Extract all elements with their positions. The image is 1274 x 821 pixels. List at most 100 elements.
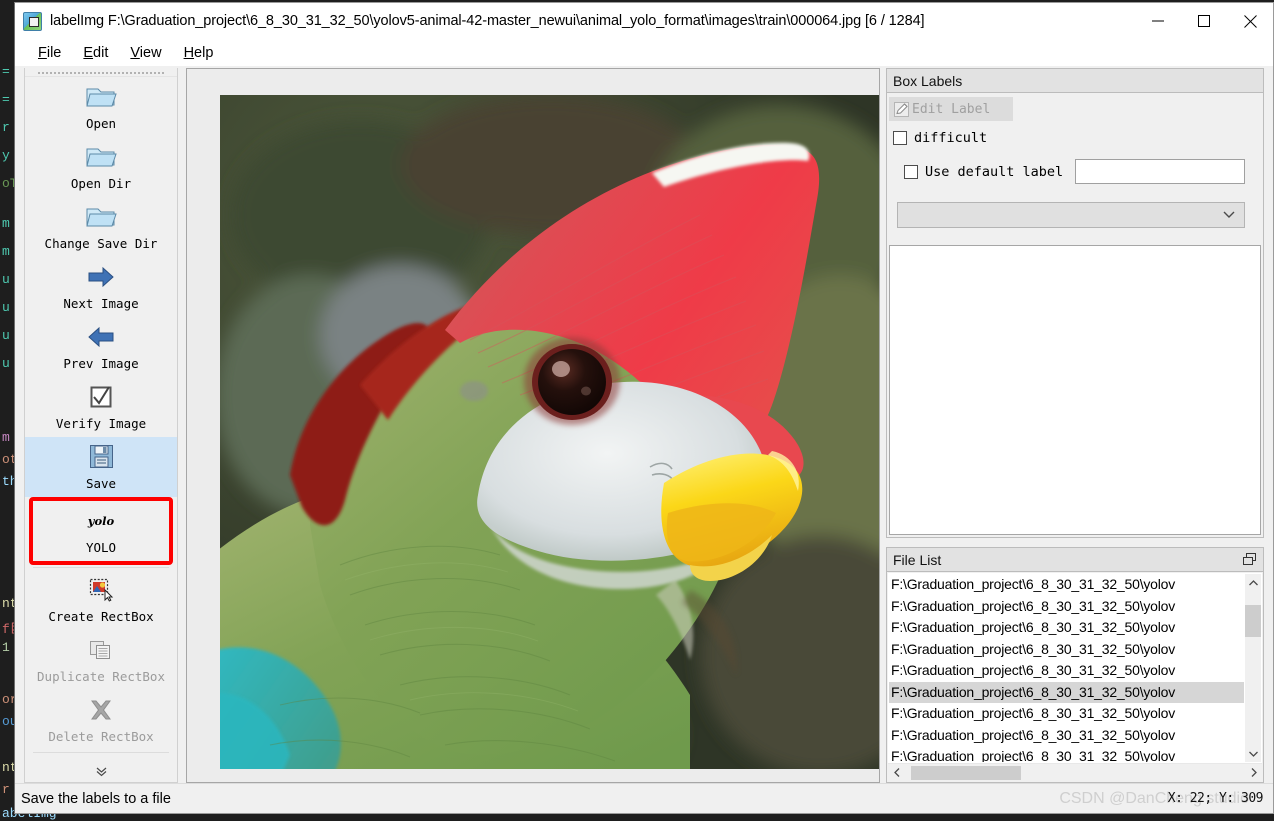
edit-label-button-text: Edit Label [912, 102, 990, 117]
list-item[interactable]: F:\Graduation_project\6_8_30_31_32_50\yo… [889, 639, 1244, 661]
toolbar-items: Open Open Dir [25, 77, 177, 760]
chevron-up-icon[interactable] [1245, 574, 1262, 591]
background-code-line: m [2, 244, 10, 259]
list-item-selected[interactable]: F:\Graduation_project\6_8_30_31_32_50\yo… [889, 682, 1244, 704]
background-code-line: u [2, 272, 10, 287]
toolbar-button-open[interactable]: Open [25, 77, 177, 137]
difficult-checkbox[interactable] [893, 131, 907, 145]
difficult-checkbox-row[interactable]: difficult [893, 130, 1263, 146]
label-list[interactable] [889, 245, 1261, 535]
menu-help[interactable]: Help [173, 43, 225, 63]
background-code-line: r [2, 120, 10, 135]
default-label-input[interactable] [1075, 159, 1245, 184]
menu-view-label: iew [140, 45, 162, 61]
menu-file[interactable]: File [27, 43, 72, 63]
list-item[interactable]: F:\Graduation_project\6_8_30_31_32_50\yo… [889, 660, 1244, 682]
background-code-line: u [2, 356, 10, 371]
window-body: Open Open Dir [15, 66, 1273, 783]
list-item[interactable]: F:\Graduation_project\6_8_30_31_32_50\yo… [889, 596, 1244, 618]
status-message: Save the labels to a file [21, 791, 171, 807]
open-folder-icon [85, 82, 118, 111]
chevron-down-icon[interactable] [1245, 745, 1262, 762]
box-labels-title-text: Box Labels [893, 73, 962, 89]
pencil-icon [893, 101, 910, 118]
background-code-line: u [2, 300, 10, 315]
toolbar-label-verify-image: Verify Image [56, 416, 146, 431]
list-item[interactable]: F:\Graduation_project\6_8_30_31_32_50\yo… [889, 574, 1244, 596]
background-code-line: = [2, 92, 10, 107]
menu-file-label: ile [47, 45, 62, 61]
labelimg-window: labelImg F:\Graduation_project\6_8_30_31… [14, 2, 1274, 814]
use-default-label-checkbox[interactable] [904, 165, 918, 179]
window-controls [1135, 3, 1273, 39]
file-list-content: F:\Graduation_project\6_8_30_31_32_50\yo… [886, 571, 1264, 783]
list-item[interactable]: F:\Graduation_project\6_8_30_31_32_50\yo… [889, 703, 1244, 725]
cursor-coordinates: X: 22; Y: 309 [1168, 791, 1263, 806]
vertical-scroll-track[interactable] [1245, 591, 1262, 745]
toolbar-button-create-rectbox[interactable]: Create RectBox [25, 570, 177, 630]
right-dock: Box Labels Edit Label [886, 68, 1264, 783]
background-code-line: = [2, 64, 10, 79]
horizontal-scroll-track[interactable] [905, 764, 1245, 782]
menu-edit-accel: E [83, 45, 93, 61]
image-canvas-area[interactable] [186, 68, 880, 783]
toolbar-label-change-save-dir: Change Save Dir [45, 236, 158, 251]
create-rectbox-icon [85, 575, 118, 604]
edit-label-button[interactable]: Edit Label [889, 97, 1013, 121]
yolo-text-icon: yolo [85, 506, 118, 535]
labelimg-app-icon [23, 12, 42, 31]
vertical-scroll-thumb[interactable] [1245, 605, 1262, 637]
menu-edit[interactable]: Edit [72, 43, 119, 63]
background-code-line: m [2, 216, 10, 231]
toolbar-button-open-dir[interactable]: Open Dir [25, 137, 177, 197]
chevron-right-icon[interactable] [1245, 764, 1262, 782]
annotation-image[interactable] [220, 95, 880, 769]
file-list-horizontal-scrollbar[interactable] [888, 763, 1262, 781]
left-toolbar: Open Open Dir [24, 68, 178, 783]
floppy-save-icon [85, 442, 118, 471]
label-combo-box[interactable] [897, 202, 1245, 228]
file-list-vertical-scrollbar[interactable] [1244, 574, 1261, 762]
title-bar: labelImg F:\Graduation_project\6_8_30_31… [15, 3, 1273, 39]
background-code-line: m [2, 430, 10, 445]
list-item[interactable]: F:\Graduation_project\6_8_30_31_32_50\yo… [889, 746, 1244, 762]
minimize-icon[interactable] [1135, 3, 1181, 39]
toolbar-label-yolo: YOLO [86, 540, 116, 555]
list-item[interactable]: F:\Graduation_project\6_8_30_31_32_50\yo… [889, 725, 1244, 747]
yolo-format-highlight-box: yolo YOLO [29, 497, 173, 565]
close-icon[interactable] [1227, 3, 1273, 39]
toolbar-button-duplicate-rectbox[interactable]: Duplicate RectBox [25, 630, 177, 690]
box-labels-title: Box Labels [886, 68, 1264, 92]
menu-view[interactable]: View [119, 43, 172, 63]
toolbar-button-change-save-dir[interactable]: Change Save Dir [25, 197, 177, 257]
menu-help-label: elp [194, 45, 213, 61]
menu-file-accel: F [38, 45, 47, 61]
toolbar-label-create-rectbox: Create RectBox [48, 609, 153, 624]
list-item[interactable]: F:\Graduation_project\6_8_30_31_32_50\yo… [889, 617, 1244, 639]
toolbar-label-open: Open [86, 116, 116, 131]
toolbar-button-save[interactable]: Save [25, 437, 177, 497]
use-default-label-row[interactable]: Use default label [904, 159, 1263, 184]
chevron-left-icon[interactable] [888, 764, 905, 782]
toolbar-button-verify-image[interactable]: Verify Image [25, 377, 177, 437]
maximize-icon[interactable] [1181, 3, 1227, 39]
horizontal-scroll-thumb[interactable] [911, 766, 1021, 780]
toolbar-button-next-image[interactable]: Next Image [25, 257, 177, 317]
menu-bar: File Edit View Help [15, 39, 1273, 66]
status-bar: Save the labels to a file CSDN @DanCheng… [15, 783, 1273, 813]
background-code-line: 1 [2, 640, 10, 655]
file-list-rows[interactable]: F:\Graduation_project\6_8_30_31_32_50\yo… [889, 574, 1244, 762]
toolbar-button-yolo[interactable]: yolo YOLO [33, 501, 169, 561]
toolbar-drag-handle[interactable] [25, 68, 177, 77]
menu-edit-label: dit [93, 45, 108, 61]
yolo-icon-text: yolo [88, 514, 114, 528]
chevron-double-down-icon[interactable] [25, 760, 177, 782]
toolbar-button-prev-image[interactable]: Prev Image [25, 317, 177, 377]
toolbar-label-save: Save [86, 476, 116, 491]
undock-icon[interactable] [1243, 553, 1256, 566]
background-code-line: r [2, 782, 10, 797]
menu-view-accel: V [130, 45, 139, 61]
toolbar-button-delete-rectbox[interactable]: Delete RectBox [25, 690, 177, 750]
chevron-down-icon [1222, 206, 1236, 224]
toolbar-label-open-dir: Open Dir [71, 176, 131, 191]
